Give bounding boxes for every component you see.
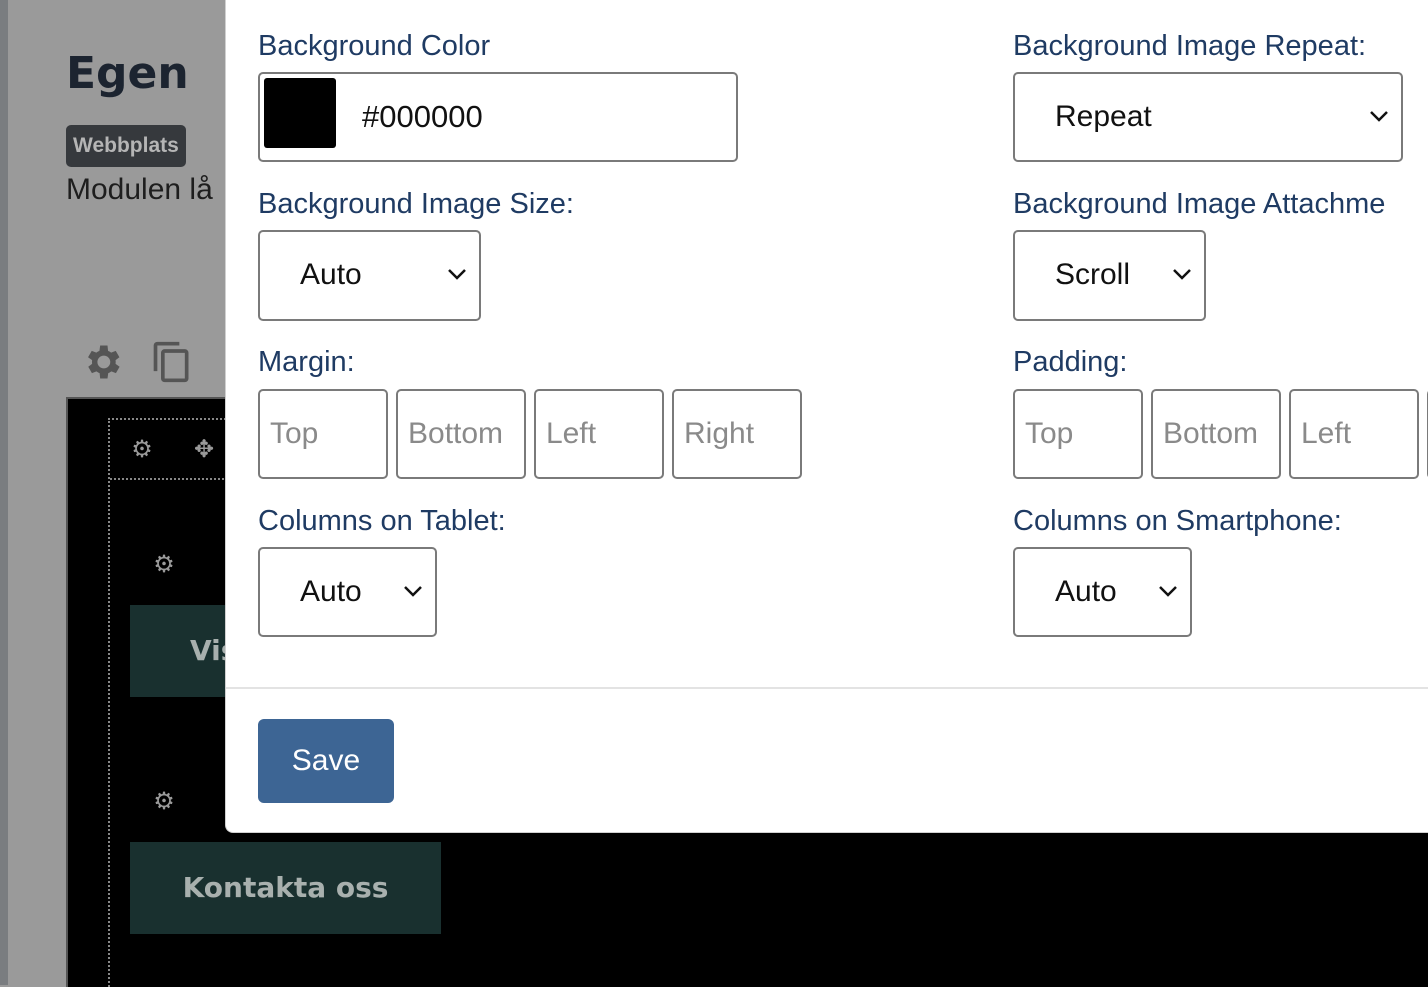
gear-icon[interactable] (80, 340, 124, 384)
margin-top-placeholder: Top (270, 417, 319, 450)
chevron-down-icon (404, 586, 422, 597)
padding-left-input[interactable]: Left (1289, 389, 1419, 479)
copy-icon[interactable] (150, 340, 194, 384)
padding-top-input[interactable]: Top (1013, 389, 1143, 479)
chevron-down-icon (448, 269, 466, 280)
margin-bottom-placeholder: Bottom (408, 417, 504, 450)
bg-color-label: Background Color (258, 30, 491, 62)
move-icon[interactable]: ✥ (190, 436, 218, 464)
columns-tablet-value: Auto (300, 575, 362, 608)
margin-label: Margin: (258, 346, 355, 378)
columns-smartphone-value: Auto (1055, 575, 1117, 608)
column-settings-icon-2[interactable]: ⚙ (150, 788, 178, 816)
columns-smartphone-select[interactable]: Auto (1013, 547, 1192, 637)
contact-button[interactable]: Kontakta oss (130, 842, 441, 934)
chevron-down-icon (1370, 111, 1388, 122)
page-title: Egen (66, 48, 189, 99)
padding-bottom-placeholder: Bottom (1163, 417, 1259, 450)
padding-top-placeholder: Top (1025, 417, 1074, 450)
bg-color-input[interactable]: #000000 (258, 72, 738, 162)
modal-footer-divider (226, 687, 1428, 689)
color-swatch[interactable] (264, 78, 336, 148)
padding-bottom-input[interactable]: Bottom (1151, 389, 1281, 479)
save-button[interactable]: Save (258, 719, 394, 803)
module-description: Modulen lå (66, 173, 213, 206)
margin-left-input[interactable]: Left (534, 389, 664, 479)
columns-tablet-label: Columns on Tablet: (258, 505, 506, 537)
margin-bottom-input[interactable]: Bottom (396, 389, 526, 479)
row-settings-icon[interactable]: ⚙ (128, 436, 156, 464)
padding-label: Padding: (1013, 346, 1128, 378)
page-edge (0, 0, 8, 985)
bg-size-value: Auto (300, 258, 362, 291)
margin-left-placeholder: Left (546, 417, 597, 450)
bg-repeat-select[interactable]: Repeat (1013, 72, 1403, 162)
bg-size-select[interactable]: Auto (258, 230, 481, 321)
chevron-down-icon (1173, 269, 1191, 280)
margin-right-placeholder: Right (684, 417, 755, 450)
columns-tablet-select[interactable]: Auto (258, 547, 437, 637)
column-settings-icon[interactable]: ⚙ (150, 551, 178, 579)
settings-modal: Background Color #000000 Background Imag… (225, 0, 1428, 833)
padding-left-placeholder: Left (1301, 417, 1352, 450)
site-badge: Webbplats (66, 125, 186, 167)
margin-top-input[interactable]: Top (258, 389, 388, 479)
bg-repeat-label: Background Image Repeat: (1013, 30, 1367, 62)
bg-attachment-value: Scroll (1055, 258, 1131, 291)
columns-smartphone-label: Columns on Smartphone: (1013, 505, 1342, 537)
bg-size-label: Background Image Size: (258, 188, 574, 220)
bg-repeat-value: Repeat (1055, 100, 1152, 133)
bg-attachment-label: Background Image Attachme (1013, 188, 1386, 220)
margin-right-input[interactable]: Right (672, 389, 802, 479)
bg-attachment-select[interactable]: Scroll (1013, 230, 1206, 321)
color-value: #000000 (362, 99, 483, 134)
chevron-down-icon (1159, 586, 1177, 597)
